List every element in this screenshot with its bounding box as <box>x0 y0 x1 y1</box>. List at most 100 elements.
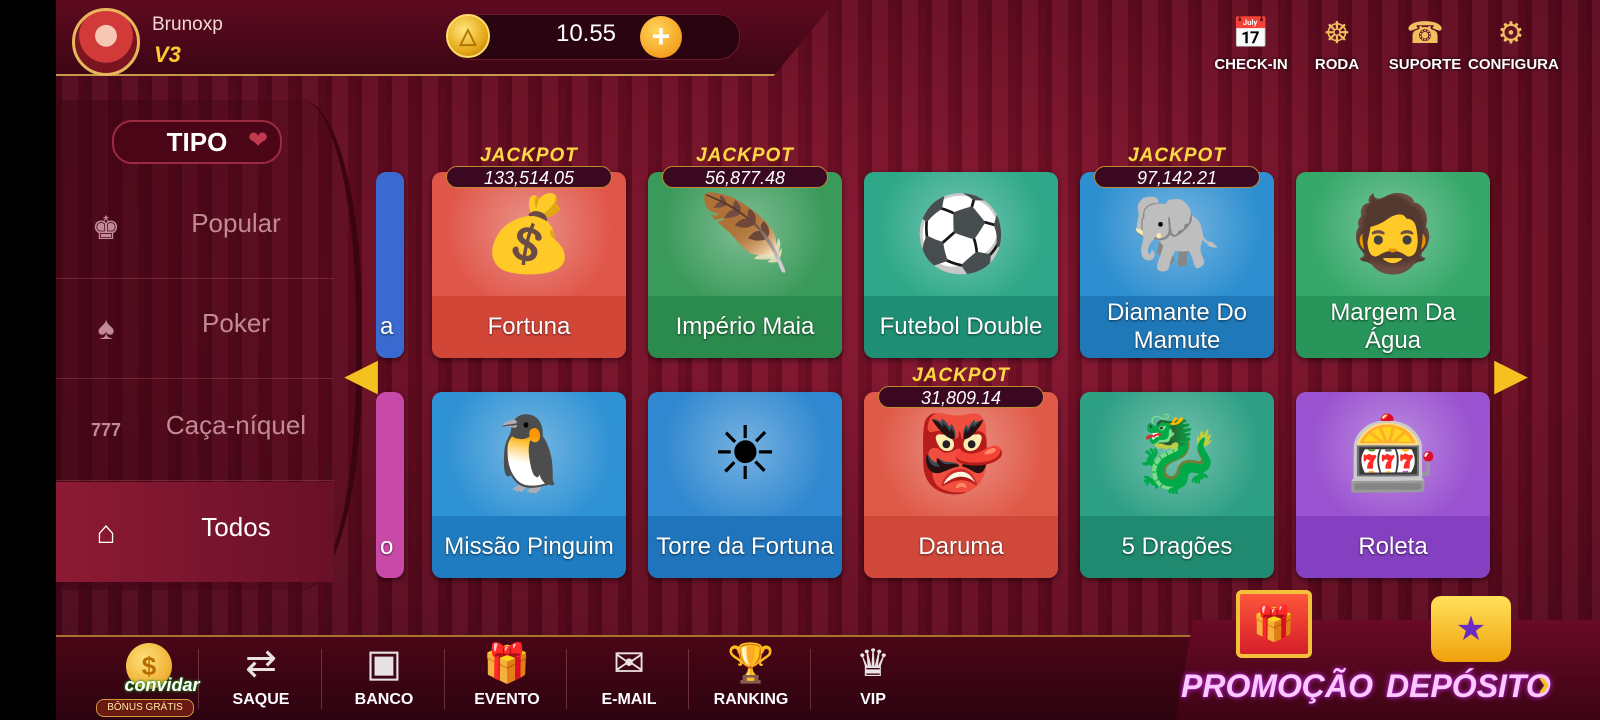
category-sidebar: ❤ TIPO ❤ ♚ Popular ♠ Poker 777 Caça-níqu… <box>56 100 362 590</box>
safe-icon: ▣ <box>366 643 402 685</box>
jackpot-title: JACKPOT <box>912 365 1010 386</box>
game-grid: a o 💰 Fortuna JACKPOT 133,514.05 🪶 Império Ma… <box>376 140 1506 590</box>
nav-label: E-MAIL <box>601 691 657 708</box>
roda-label: RODA <box>1314 56 1360 73</box>
wheel-icon: ☸ <box>1323 17 1351 50</box>
jackpot-title: JACKPOT <box>480 145 578 166</box>
vip-level-badge: V3 <box>154 42 181 67</box>
email-button[interactable]: ✉ E-MAIL <box>574 641 684 709</box>
jackpot-banner: JACKPOT 31,809.14 <box>877 366 1045 408</box>
jackpot-title: JACKPOT <box>1128 145 1226 166</box>
jackpot-value: 31,809.14 <box>878 386 1044 408</box>
game-card[interactable]: 🐘 Diamante Do Mamute <box>1080 172 1274 358</box>
sidebar-item-poker[interactable]: ♠ Poker <box>56 278 334 379</box>
slot-777-icon: 777 <box>90 420 122 440</box>
game-artwork: ☀ <box>648 392 842 516</box>
game-artwork: ⚽ <box>864 172 1058 296</box>
scroll-left-arrow[interactable]: ◀ <box>344 350 378 400</box>
avatar[interactable] <box>72 8 140 76</box>
game-artwork: 🐘 <box>1080 172 1274 296</box>
shopping-bag-icon: ★ <box>1431 596 1511 662</box>
nav-divider <box>688 649 689 709</box>
game-artwork-icon: ⚽ <box>914 192 1008 275</box>
sidebar-item-popular[interactable]: ♚ Popular <box>56 178 334 279</box>
game-name: 5 Dragões <box>1121 533 1233 560</box>
trophy-icon: 🏆 <box>727 643 775 685</box>
game-card[interactable]: 🧔 Margem Da Água <box>1296 172 1490 358</box>
configura-button[interactable]: ⚙ CONFIGURA <box>1468 14 1559 73</box>
game-artwork: 🧔 <box>1296 172 1490 296</box>
game-name: Fortuna <box>487 313 571 340</box>
nav-label: RANKING <box>713 691 789 708</box>
nav-divider <box>566 649 567 709</box>
roda-button[interactable]: ☸ RODA <box>1294 14 1380 73</box>
promocao-button[interactable]: PROMOÇÃO <box>1181 668 1373 705</box>
game-card[interactable]: 🪶 Império Maia <box>648 172 842 358</box>
game-artwork: 💰 <box>432 172 626 296</box>
game-lobby-screen: Brunoxp V3 △ 10.55 + 📅 CHECK-IN ☸ RODA ☎… <box>56 0 1600 720</box>
game-artwork-icon: 🧔 <box>1346 192 1440 275</box>
game-artwork-icon: 🎰 <box>1346 412 1440 495</box>
sidebar-item-label: Todos <box>201 512 271 542</box>
nav-divider <box>444 649 445 709</box>
game-artwork: 🐉 <box>1080 392 1274 516</box>
game-artwork-icon: ☀ <box>711 412 779 495</box>
game-name: Roleta <box>1358 533 1428 560</box>
check-in-button[interactable]: 📅 CHECK-IN <box>1208 14 1294 73</box>
support-24h-icon: ☎ <box>1406 17 1444 50</box>
poker-icon: ♠ <box>97 310 115 346</box>
ranking-button[interactable]: 🏆 RANKING <box>696 641 806 709</box>
game-card[interactable]: 🐧 Missão Pinguim <box>432 392 626 578</box>
game-card[interactable]: 🎰 Roleta <box>1296 392 1490 578</box>
jackpot-value: 56,877.48 <box>662 166 828 188</box>
mail-icon: ✉ <box>613 643 645 685</box>
game-artwork: 🐧 <box>432 392 626 516</box>
game-artwork-icon: 👺 <box>914 412 1008 495</box>
configura-label: CONFIGURA <box>1468 56 1559 73</box>
game-artwork-icon: 🐧 <box>482 412 576 495</box>
gift-icon: 🎁 <box>483 643 531 685</box>
suporte-button[interactable]: ☎ SUPORTE <box>1382 14 1468 73</box>
game-artwork-icon: 🐘 <box>1130 192 1224 275</box>
game-name: a <box>380 313 394 340</box>
saque-button[interactable]: ⇄ SAQUE <box>206 641 316 709</box>
nav-divider <box>198 649 199 709</box>
game-card[interactable]: ⚽ Futebol Double <box>864 172 1058 358</box>
nav-divider <box>810 649 811 709</box>
home-icon: ⌂ <box>96 514 116 550</box>
sidebar-item-todos[interactable]: ⌂ Todos <box>56 482 334 582</box>
check-in-label: CHECK-IN <box>1214 56 1288 73</box>
game-artwork: 🎰 <box>1296 392 1490 516</box>
game-artwork-icon: 🪶 <box>698 192 792 275</box>
add-balance-button[interactable]: + <box>640 16 682 58</box>
username: Brunoxp <box>152 14 223 35</box>
game-name: Diamante Do Mamute <box>1106 299 1248 354</box>
top-bar: Brunoxp V3 △ 10.55 + 📅 CHECK-IN ☸ RODA ☎… <box>56 0 1600 76</box>
jackpot-banner: JACKPOT 97,142.21 <box>1093 146 1261 188</box>
vip-crown-icon: ♛ <box>855 643 891 685</box>
partial-game-card[interactable]: a <box>376 172 404 358</box>
deposito-button[interactable]: DEPÓSITO <box>1386 668 1551 705</box>
jackpot-banner: JACKPOT 56,877.48 <box>661 146 829 188</box>
game-name: Margem Da Água <box>1330 299 1456 354</box>
sidebar-item-label: Poker <box>202 308 270 338</box>
jackpot-value: 97,142.21 <box>1094 166 1260 188</box>
game-artwork-icon: 💰 <box>482 192 576 275</box>
game-card[interactable]: 💰 Fortuna <box>432 172 626 358</box>
game-name: Torre da Fortuna <box>656 533 834 560</box>
evento-button[interactable]: 🎁 EVENTO <box>452 641 562 709</box>
gift-box-icon: 🎁 <box>1236 590 1312 658</box>
nav-label: SAQUE <box>232 691 290 708</box>
game-card[interactable]: 👺 Daruma <box>864 392 1058 578</box>
game-artwork: 🪶 <box>648 172 842 296</box>
game-artwork-icon: 🐉 <box>1130 412 1224 495</box>
banco-button[interactable]: ▣ BANCO <box>329 641 439 709</box>
money-bag-icon: ⇄ <box>245 643 277 685</box>
sidebar-item-caca-niquel[interactable]: 777 Caça-níquel <box>56 380 334 481</box>
game-name: Império Maia <box>675 313 815 340</box>
partial-game-card[interactable]: o <box>376 392 404 578</box>
vip-button[interactable]: ♛ VIP <box>818 641 928 709</box>
game-card[interactable]: 🐉 5 Dragões <box>1080 392 1274 578</box>
sidebar-item-label: Caça-níquel <box>165 410 307 440</box>
game-card[interactable]: ☀ Torre da Fortuna <box>648 392 842 578</box>
